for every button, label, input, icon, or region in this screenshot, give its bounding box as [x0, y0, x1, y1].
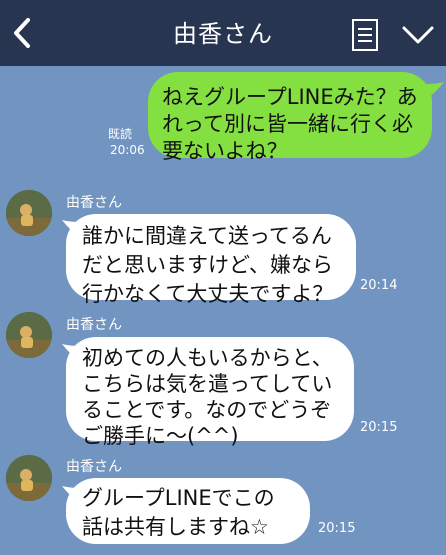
memo-icon[interactable]	[350, 18, 380, 52]
message-time: 20:14	[360, 278, 398, 293]
message-time: 20:06	[110, 143, 145, 157]
incoming-message-bubble[interactable]: 誰かに間違えて送ってるんだと思いますけど、嫌なら行かなくて大丈夫ですよ？	[66, 214, 356, 306]
sender-name: 由香さん	[66, 459, 122, 475]
message-time: 20:15	[360, 420, 398, 435]
read-receipt: 既読	[108, 127, 133, 141]
avatar[interactable]	[6, 190, 52, 236]
avatar-photo-icon	[6, 455, 52, 501]
chevron-down-icon[interactable]	[400, 22, 436, 48]
sender-name: 由香さん	[66, 317, 122, 333]
bubble-tail	[426, 82, 444, 98]
avatar-photo-icon	[6, 190, 52, 236]
sender-name: 由香さん	[66, 195, 122, 211]
avatar-photo-icon	[6, 312, 52, 358]
message-time: 20:15	[318, 521, 356, 536]
chat-header: 由香さん	[0, 0, 446, 66]
avatar[interactable]	[6, 455, 52, 501]
outgoing-message-bubble[interactable]: ねえグループLINEみた？あれって別に皆一緒に行く必要ないよね？	[148, 72, 432, 163]
incoming-message-bubble[interactable]: グループLINEでこの話は共有しますね☆	[66, 478, 310, 544]
avatar[interactable]	[6, 312, 52, 358]
incoming-message-bubble[interactable]: 初めての人もいるからと、こちらは気を遣ってしていることです。なのでどうぞご勝手に…	[66, 337, 354, 448]
